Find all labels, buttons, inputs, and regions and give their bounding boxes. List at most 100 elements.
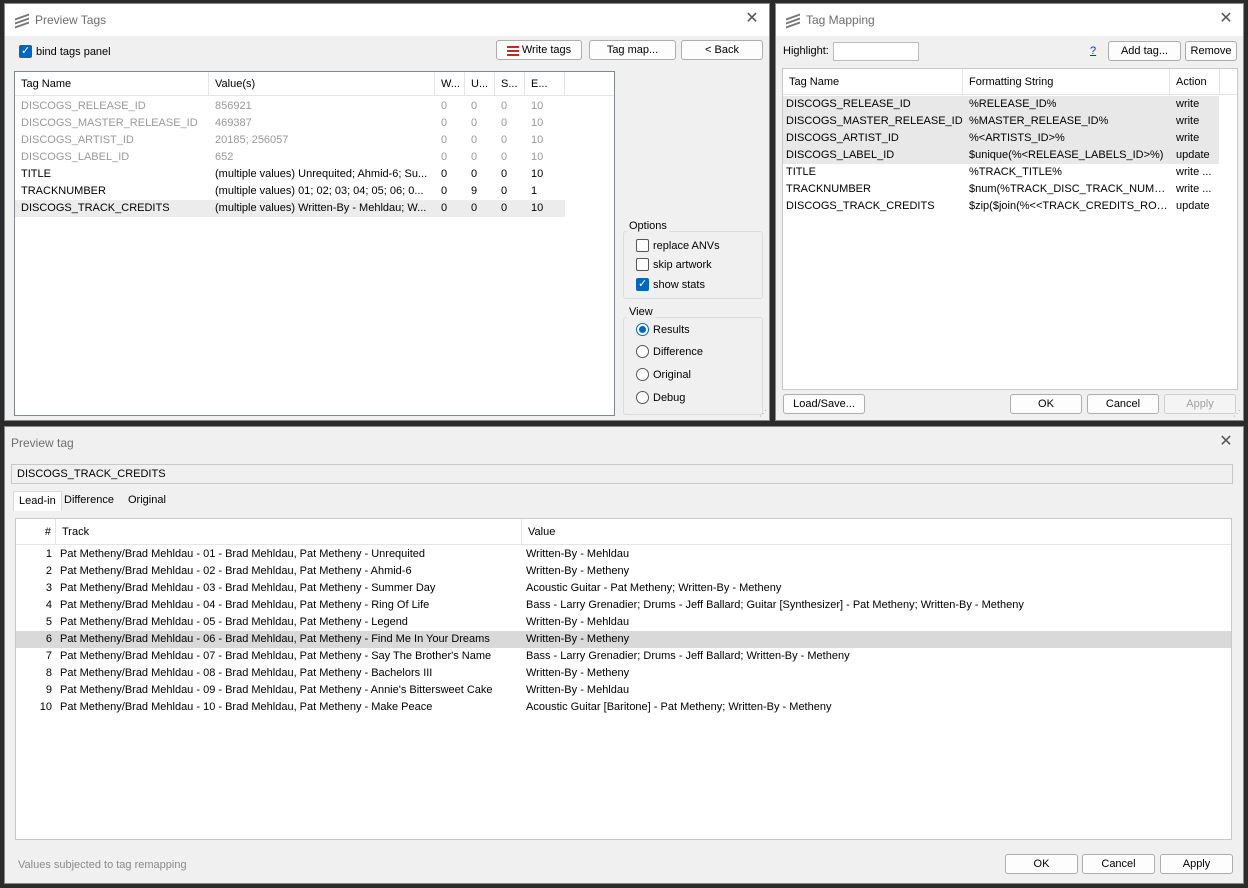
mapping-table-header: Tag Name Formatting String Action: [783, 69, 1237, 95]
tag-name-cell: DISCOGS_TRACK_CREDITS: [21, 202, 170, 214]
value-cell: Bass - Larry Grenadier; Drums - Jeff Bal…: [526, 599, 1024, 611]
tags-table[interactable]: Tag Name Value(s) W... U... S... E... DI…: [14, 71, 615, 416]
table-row[interactable]: TRACKNUMBER (multiple values) 01; 02; 03…: [15, 183, 565, 200]
value-cell: Written-By - Metheny: [526, 667, 630, 679]
highlight-input[interactable]: [833, 42, 919, 61]
value-cell: 469387: [215, 117, 252, 129]
tag-name-cell: TITLE: [786, 166, 816, 178]
table-row[interactable]: TITLE %TRACK_TITLE% write ...: [783, 164, 1219, 181]
view-original-radio[interactable]: Original: [636, 368, 691, 381]
col-s[interactable]: S...: [495, 72, 525, 95]
value-cell: 20185; 256057: [215, 134, 289, 146]
tag-mapping-window: Tag Mapping ✕ Highlight: ? Add tag... Re…: [775, 3, 1244, 421]
view-difference-label: Difference: [653, 345, 703, 358]
col-tag-name[interactable]: Tag Name: [15, 72, 209, 95]
table-row-selected[interactable]: DISCOGS_TRACK_CREDITS (multiple values) …: [15, 200, 565, 217]
col-action[interactable]: Action: [1170, 69, 1220, 94]
bind-tags-panel-label: bind tags panel: [36, 45, 111, 58]
table-row[interactable]: 3 Pat Metheny/Brad Mehldau - 03 - Brad M…: [16, 580, 1231, 597]
col-track[interactable]: Track: [56, 519, 522, 544]
view-difference-radio[interactable]: Difference: [636, 345, 703, 358]
table-row[interactable]: DISCOGS_ARTIST_ID %<ARTISTS_ID>% write: [783, 130, 1219, 147]
number-cell: 8: [45, 667, 52, 679]
tab-difference[interactable]: Difference: [59, 491, 119, 511]
table-row-selected[interactable]: 6 Pat Metheny/Brad Mehldau - 06 - Brad M…: [16, 631, 1231, 648]
table-row[interactable]: 2 Pat Metheny/Brad Mehldau - 02 - Brad M…: [16, 563, 1231, 580]
write-tags-button[interactable]: Write tags: [496, 40, 582, 60]
preview-tags-titlebar[interactable]: Preview Tags ✕: [5, 4, 769, 36]
close-icon[interactable]: ✕: [1219, 11, 1233, 27]
preview-tag-titlebar[interactable]: Preview tag ✕: [5, 427, 1243, 459]
view-debug-radio[interactable]: Debug: [636, 391, 685, 404]
help-link[interactable]: ?: [1090, 45, 1096, 57]
mapping-table[interactable]: Tag Name Formatting String Action DISCOG…: [782, 68, 1238, 390]
tag-name-cell: TRACKNUMBER: [786, 183, 871, 195]
table-row[interactable]: 9 Pat Metheny/Brad Mehldau - 09 - Brad M…: [16, 682, 1231, 699]
format-cell: %RELEASE_ID%: [969, 98, 1057, 110]
table-row[interactable]: DISCOGS_MASTER_RELEASE_ID %MASTER_RELEAS…: [783, 113, 1219, 130]
table-row[interactable]: DISCOGS_LABEL_ID $unique(%<RELEASE_LABEL…: [783, 147, 1219, 164]
resize-grip-icon[interactable]: ⋰: [759, 410, 767, 418]
col-value[interactable]: Value: [522, 519, 1231, 544]
ok-button[interactable]: OK: [1010, 394, 1082, 414]
col-number[interactable]: #: [16, 519, 56, 544]
table-row[interactable]: 1 Pat Metheny/Brad Mehldau - 01 - Brad M…: [16, 546, 1231, 563]
show-stats-checkbox[interactable]: show stats: [636, 277, 705, 291]
tracks-table[interactable]: # Track Value 1 Pat Metheny/Brad Mehldau…: [15, 518, 1232, 840]
tab-original[interactable]: Original: [123, 491, 171, 511]
bind-tags-panel-checkbox[interactable]: bind tags panel: [19, 44, 111, 58]
u-cell: 0: [471, 134, 478, 146]
value-cell: Acoustic Guitar - Pat Metheny; Written-B…: [526, 582, 782, 594]
table-row[interactable]: 7 Pat Metheny/Brad Mehldau - 07 - Brad M…: [16, 648, 1231, 665]
col-e[interactable]: E...: [525, 72, 565, 95]
apply-button[interactable]: Apply: [1164, 394, 1236, 414]
table-row[interactable]: DISCOGS_LABEL_ID 652 0 0 0 10: [15, 149, 565, 166]
e-cell: 10: [531, 168, 544, 180]
app-icon: [15, 13, 29, 29]
table-row[interactable]: DISCOGS_TRACK_CREDITS $zip($join(%<<TRAC…: [783, 198, 1219, 215]
table-row[interactable]: 8 Pat Metheny/Brad Mehldau - 08 - Brad M…: [16, 665, 1231, 682]
col-values[interactable]: Value(s): [209, 72, 435, 95]
table-row[interactable]: 10 Pat Metheny/Brad Mehldau - 10 - Brad …: [16, 699, 1231, 716]
table-row[interactable]: DISCOGS_MASTER_RELEASE_ID 469387 0 0 0 1…: [15, 115, 565, 132]
tab-lead-in[interactable]: Lead-in: [13, 491, 62, 511]
col-w[interactable]: W...: [435, 72, 465, 95]
view-results-radio[interactable]: Results: [636, 323, 690, 336]
table-row[interactable]: 5 Pat Metheny/Brad Mehldau - 05 - Brad M…: [16, 614, 1231, 631]
view-results-label: Results: [653, 323, 690, 336]
w-cell: 0: [441, 151, 448, 163]
tag-mapping-titlebar[interactable]: Tag Mapping ✕: [776, 4, 1243, 36]
resize-grip-icon[interactable]: ⋰: [1233, 410, 1241, 418]
tag-name-cell: DISCOGS_LABEL_ID: [21, 151, 130, 163]
back-button[interactable]: < Back: [681, 40, 763, 60]
table-row[interactable]: TRACKNUMBER $num(%TRACK_DISC_TRACK_NUMBE…: [783, 181, 1219, 198]
tag-name-cell: DISCOGS_RELEASE_ID: [786, 98, 911, 110]
col-tag-name[interactable]: Tag Name: [783, 69, 963, 94]
tag-map-button[interactable]: Tag map...: [589, 40, 676, 60]
remove-button[interactable]: Remove: [1185, 41, 1237, 61]
table-row[interactable]: DISCOGS_ARTIST_ID 20185; 256057 0 0 0 10: [15, 132, 565, 149]
close-icon[interactable]: ✕: [1219, 434, 1233, 450]
table-row[interactable]: TITLE (multiple values) Unrequited; Ahmi…: [15, 166, 565, 183]
e-cell: 10: [531, 151, 544, 163]
w-cell: 0: [441, 100, 448, 112]
close-icon[interactable]: ✕: [745, 11, 759, 27]
load-save-button[interactable]: Load/Save...: [783, 394, 865, 414]
format-cell: $zip($join(%<<TRACK_CREDITS_ROL...: [969, 200, 1170, 212]
apply-button[interactable]: Apply: [1160, 854, 1233, 874]
add-tag-button[interactable]: Add tag...: [1108, 41, 1181, 61]
action-cell: write: [1176, 132, 1200, 144]
ok-button[interactable]: OK: [1005, 854, 1078, 874]
replace-anvs-checkbox[interactable]: replace ANVs: [636, 239, 720, 252]
table-row[interactable]: 4 Pat Metheny/Brad Mehldau - 04 - Brad M…: [16, 597, 1231, 614]
cancel-button[interactable]: Cancel: [1082, 854, 1155, 874]
table-row[interactable]: DISCOGS_RELEASE_ID 856921 0 0 0 10: [15, 98, 565, 115]
table-row[interactable]: DISCOGS_RELEASE_ID %RELEASE_ID% write: [783, 96, 1219, 113]
tracks-table-header: # Track Value: [16, 519, 1231, 545]
col-u[interactable]: U...: [465, 72, 495, 95]
cancel-button[interactable]: Cancel: [1087, 394, 1159, 414]
track-cell: Pat Metheny/Brad Mehldau - 01 - Brad Meh…: [60, 548, 426, 560]
action-cell: write ...: [1176, 166, 1212, 178]
skip-artwork-checkbox[interactable]: skip artwork: [636, 258, 712, 271]
col-formatting-string[interactable]: Formatting String: [963, 69, 1170, 94]
